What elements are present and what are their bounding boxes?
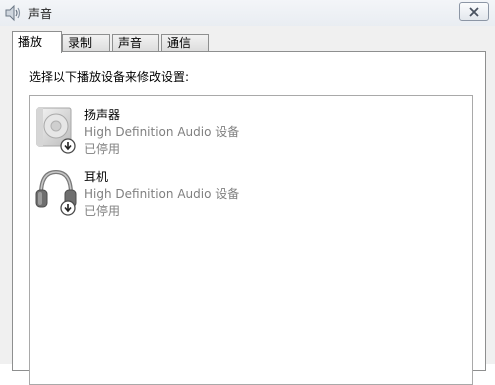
device-status: 已停用 xyxy=(84,142,121,156)
device-item-headphones[interactable]: 耳机 High Definition Audio 设备 已停用 xyxy=(31,160,471,218)
close-button[interactable] xyxy=(459,2,489,21)
speaker-icon xyxy=(33,106,79,156)
title-bar: 声音 xyxy=(0,0,495,26)
tab-sounds[interactable]: 声音 xyxy=(112,34,159,52)
speaker-volume-icon xyxy=(4,4,22,22)
device-item-speakers[interactable]: 扬声器 High Definition Audio 设备 已停用 xyxy=(31,98,471,156)
tab-playback[interactable]: 播放 xyxy=(12,31,62,53)
window-title: 声音 xyxy=(28,7,53,21)
dialog-body: 播放 录制 声音 通信 选择以下播放设备来修改设置: 扬声器 High Defi… xyxy=(0,26,495,385)
tab-recording[interactable]: 录制 xyxy=(62,34,110,52)
close-icon xyxy=(469,6,479,17)
playback-panel: 选择以下播放设备来修改设置: 扬声器 High Definition Audio… xyxy=(12,51,486,385)
device-name: 耳机 xyxy=(84,170,109,184)
device-list[interactable]: 扬声器 High Definition Audio 设备 已停用 耳机 High… xyxy=(29,95,473,385)
tab-communications[interactable]: 通信 xyxy=(161,34,209,52)
device-description: High Definition Audio 设备 xyxy=(84,187,240,201)
device-description: High Definition Audio 设备 xyxy=(84,125,240,139)
device-status: 已停用 xyxy=(84,204,121,218)
headphones-icon xyxy=(33,168,79,218)
instruction-text: 选择以下播放设备来修改设置: xyxy=(29,70,190,84)
device-name: 扬声器 xyxy=(84,108,121,122)
